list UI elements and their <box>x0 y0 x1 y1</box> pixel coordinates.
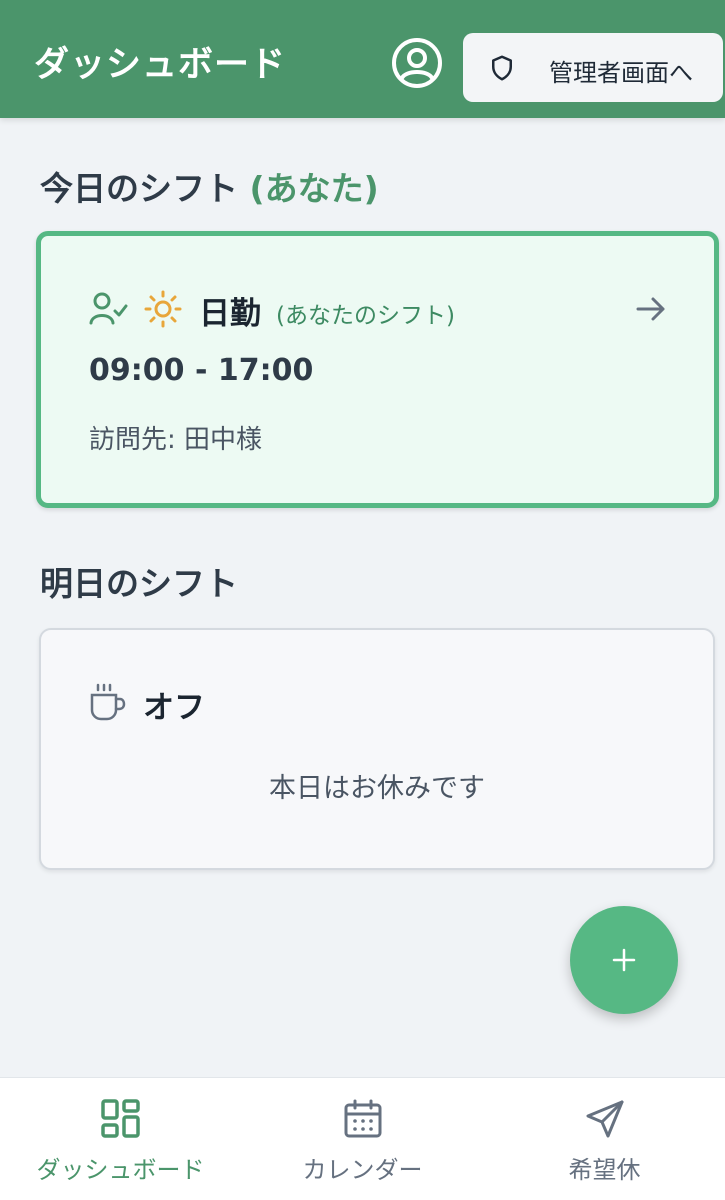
nav-label-leave-request: 希望休 <box>568 1156 641 1184</box>
visit-destination: 訪問先: 田中様 <box>89 425 263 455</box>
rest-message: 本日はお休みです <box>269 773 485 804</box>
sun-icon <box>144 290 182 328</box>
arrow-right-icon[interactable] <box>634 292 668 326</box>
page-title: ダッシュボード <box>34 45 287 85</box>
send-icon <box>586 1100 624 1138</box>
tomorrow-shift-card: オフ 本日はお休みです <box>39 628 715 870</box>
today-shift-card[interactable]: 日勤 (あなたのシフト) 09:00 - 17:00 訪問先: 田中様 <box>36 231 719 508</box>
today-title-text: 今日のシフト <box>40 169 238 208</box>
shift-name: 日勤 <box>199 296 261 332</box>
account-button[interactable] <box>389 35 445 91</box>
coffee-icon <box>90 683 126 721</box>
tomorrow-section-title: 明日のシフト <box>40 564 238 603</box>
admin-screen-button[interactable]: 管理者画面へ <box>463 33 723 102</box>
calendar-icon <box>344 1099 382 1138</box>
app-header: ダッシュボード 管理者画面へ <box>0 0 725 118</box>
user-check-icon <box>89 292 128 325</box>
shift-time: 09:00 - 17:00 <box>89 353 314 388</box>
dashboard-grid-icon <box>101 1099 140 1138</box>
plus-icon <box>612 948 636 972</box>
admin-button-label: 管理者画面へ <box>549 59 693 87</box>
nav-item-leave-request[interactable]: 希望休 <box>484 1078 725 1200</box>
today-title-accent: (あなた) <box>249 169 379 208</box>
nav-label-dashboard: ダッシュボード <box>36 1156 205 1184</box>
today-section-title: 今日のシフト (あなた) <box>40 162 379 210</box>
nav-label-calendar: カレンダー <box>302 1156 423 1184</box>
nav-item-calendar[interactable]: カレンダー <box>242 1078 483 1200</box>
add-button[interactable] <box>570 906 678 1014</box>
nav-item-dashboard[interactable]: ダッシュボード <box>0 1078 241 1200</box>
shield-icon <box>492 55 512 81</box>
user-circle-icon <box>392 38 442 88</box>
shift-owner-label: (あなたのシフト) <box>276 303 455 329</box>
off-label: オフ <box>143 690 205 726</box>
bottom-navigation: ダッシュボード カレンダー 希望休 <box>0 1077 725 1200</box>
